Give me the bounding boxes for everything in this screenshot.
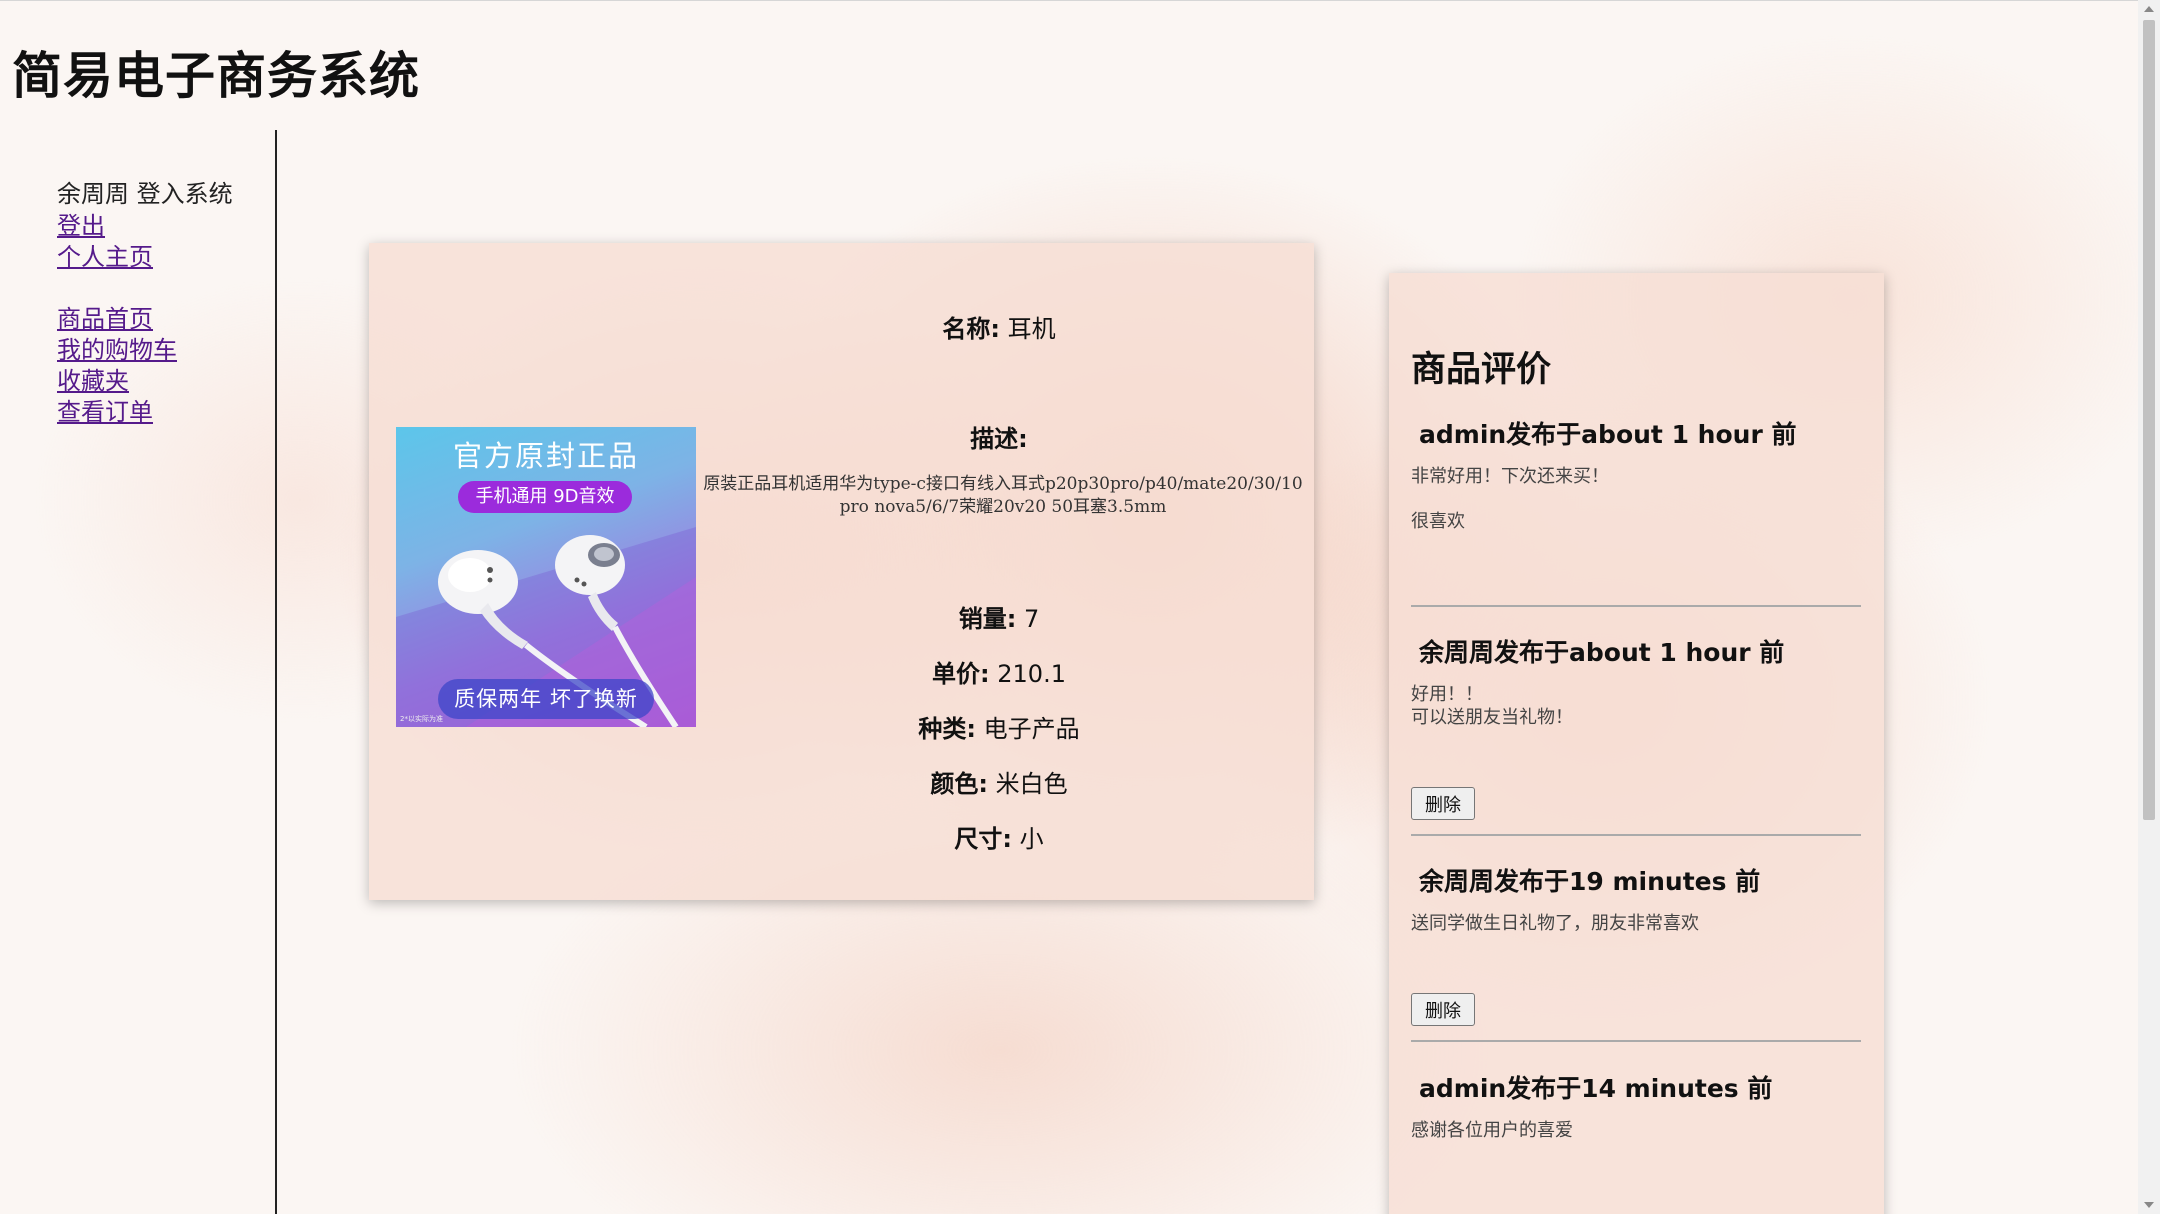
review-content: 很喜欢 <box>1411 511 1465 532</box>
color-value: 米白色 <box>995 770 1068 798</box>
product-category: 种类: 电子产品 <box>699 709 1299 744</box>
reviews-title: 商品评价 <box>1411 350 1552 390</box>
product-sales: 销量: 7 <box>699 599 1299 634</box>
reviews-card: 商品评价 admin发布于about 1 hour 前 非常好用！下次还来买！ … <box>1389 273 1884 1214</box>
review-item: 余周周发布于19 minutes 前 送同学做生日礼物了，朋友非常喜欢 删除 <box>1411 862 1861 1042</box>
product-detail-card: 官方原封正品 手机通用 9D音效 质保两年 坏了换新 2*以实际为准 名称: 耳… <box>369 243 1314 900</box>
scrollbar-thumb[interactable] <box>2143 20 2155 820</box>
price-label: 单价: <box>932 660 990 688</box>
desc-label: 描述: <box>970 425 1028 453</box>
price-value: 210.1 <box>997 660 1066 688</box>
profile-link[interactable]: 个人主页 <box>57 237 153 272</box>
color-label: 颜色: <box>930 770 988 798</box>
review-author: admin发布于14 minutes 前 <box>1419 1074 1773 1103</box>
review-content: 送同学做生日礼物了，朋友非常喜欢 <box>1411 913 1699 934</box>
review-divider <box>1411 1040 1861 1042</box>
favorites-link[interactable]: 收藏夹 <box>57 361 129 396</box>
image-headline: 官方原封正品 <box>452 439 639 473</box>
review-item: admin发布于14 minutes 前 感谢各位用户的喜爱 <box>1411 1069 1861 1142</box>
scroll-down-arrow-icon[interactable] <box>2144 1202 2154 1208</box>
scroll-up-arrow-icon[interactable] <box>2144 6 2154 12</box>
product-name: 名称: 耳机 <box>699 309 1299 344</box>
logout-link[interactable]: 登出 <box>57 206 105 241</box>
image-bottom-badge: 质保两年 坏了换新 <box>438 679 654 719</box>
product-size: 尺寸: 小 <box>699 819 1299 854</box>
name-label: 名称: <box>942 315 1000 343</box>
review-item: admin发布于about 1 hour 前 非常好用！下次还来买！ 很喜欢 <box>1411 415 1861 607</box>
product-price: 单价: 210.1 <box>699 654 1299 689</box>
page-scrollbar[interactable] <box>2138 0 2160 1214</box>
review-author: 余周周发布于19 minutes 前 <box>1419 867 1761 896</box>
top-border <box>0 0 2138 1</box>
name-value: 耳机 <box>1007 315 1056 343</box>
cart-link[interactable]: 我的购物车 <box>57 330 177 365</box>
product-image: 官方原封正品 手机通用 9D音效 质保两年 坏了换新 2*以实际为准 <box>396 427 696 727</box>
home-link[interactable]: 商品首页 <box>57 299 153 334</box>
delete-review-button[interactable]: 删除 <box>1411 787 1475 820</box>
review-content: 非常好用！下次还来买！ <box>1411 466 1609 487</box>
delete-review-button[interactable]: 删除 <box>1411 993 1475 1026</box>
sales-label: 销量: <box>958 605 1017 633</box>
orders-link[interactable]: 查看订单 <box>57 392 153 427</box>
review-author: admin发布于about 1 hour 前 <box>1419 420 1797 449</box>
category-label: 种类: <box>918 715 976 743</box>
review-item: 余周周发布于about 1 hour 前 好用！！ 可以送朋友当礼物！ 删除 <box>1411 633 1861 836</box>
product-color: 颜色: 米白色 <box>699 764 1299 799</box>
review-author: 余周周发布于about 1 hour 前 <box>1419 638 1785 667</box>
sales-value: 7 <box>1023 605 1040 633</box>
review-content: 好用！！ <box>1411 684 1483 705</box>
review-content: 可以送朋友当礼物！ <box>1411 707 1573 728</box>
review-content: 感谢各位用户的喜爱 <box>1411 1120 1573 1141</box>
review-divider <box>1411 605 1861 607</box>
review-divider <box>1411 834 1861 836</box>
site-title: 简易电子商务系统 <box>12 47 420 105</box>
product-description: 原装正品耳机适用华为type-c接口有线入耳式p20p30pro/p40/mat… <box>703 474 1303 517</box>
sidebar: 余周周 登入系统 登出 个人主页 商品首页 我的购物车 收藏夹 查看订单 <box>0 130 277 1214</box>
login-status: 余周周 登入系统 <box>57 180 233 208</box>
image-fineprint: 2*以实际为准 <box>400 715 443 723</box>
size-label: 尺寸: <box>954 825 1012 853</box>
image-pill-badge: 手机通用 9D音效 <box>458 481 632 513</box>
category-value: 电子产品 <box>983 715 1080 743</box>
size-value: 小 <box>1019 825 1044 853</box>
